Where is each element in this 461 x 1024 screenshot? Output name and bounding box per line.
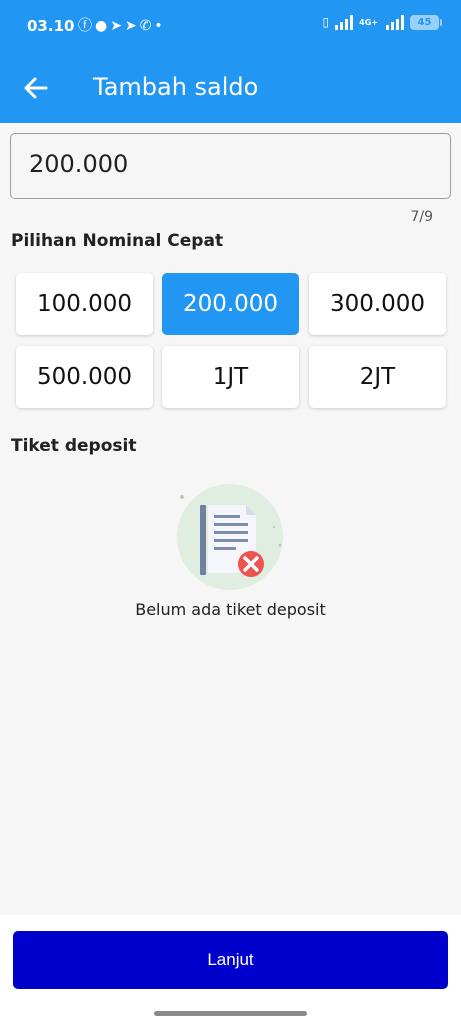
home-indicator[interactable] [154, 1011, 307, 1016]
status-time: 03.10 [27, 17, 75, 35]
char-counter: 7/9 [410, 209, 433, 225]
status-bar: 03.10 ⓕ●➤➤✆• ▯ 4G+ 45 [0, 0, 461, 52]
nominal-option-500000[interactable]: 500.000 [16, 346, 153, 408]
facebook-icon: ⓕ [78, 18, 95, 34]
back-button[interactable] [20, 72, 52, 104]
signal-icon [386, 14, 404, 30]
document-error-icon [176, 483, 284, 591]
quick-nominal-title: Pilihan Nominal Cepat [11, 231, 224, 251]
deposit-tickets-title: Tiket deposit [11, 436, 137, 456]
next-button[interactable]: Lanjut [13, 931, 448, 989]
signal-icon [335, 14, 354, 30]
vibrate-icon: ▯ [322, 15, 330, 29]
empty-state-text: Belum ada tiket deposit [135, 600, 326, 619]
status-right: ▯ 4G+ 45 [322, 14, 442, 30]
amount-input[interactable]: 200.000 [10, 133, 451, 199]
chat-bubble-icon: ● [95, 18, 111, 34]
nominal-option-1jt[interactable]: 1JT [162, 346, 299, 408]
page-title: Tambah saldo [93, 73, 259, 101]
nominal-option-200000[interactable]: 200.000 [162, 273, 299, 335]
notification-icons: ⓕ●➤➤✆• [78, 15, 166, 35]
amount-value: 200.000 [29, 150, 129, 178]
nominal-option-2jt[interactable]: 2JT [309, 346, 446, 408]
whatsapp-icon: ✆ [139, 18, 155, 34]
telegram-icon: ➤ [110, 18, 125, 34]
arrow-left-icon [24, 77, 48, 99]
app-bar: 03.10 ⓕ●➤➤✆• ▯ 4G+ 45 Tambah saldo [0, 0, 461, 123]
battery-icon: 45 [410, 14, 442, 30]
dot-icon: • [154, 18, 166, 34]
nominal-option-300000[interactable]: 300.000 [309, 273, 446, 335]
nominal-option-100000[interactable]: 100.000 [16, 273, 153, 335]
telegram-icon: ➤ [124, 18, 140, 34]
network-type: 4G+ [359, 17, 378, 27]
